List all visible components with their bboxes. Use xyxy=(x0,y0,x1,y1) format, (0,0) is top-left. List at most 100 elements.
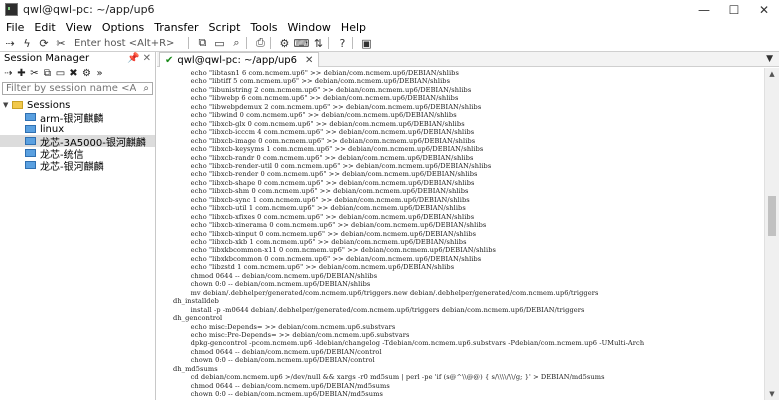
properties-icon[interactable]: ⚙ xyxy=(81,67,92,80)
monitor-icon xyxy=(25,125,36,133)
terminal-line: echo "libtiff 5 com.ncmem.up6" >> debian… xyxy=(173,77,451,86)
terminal-line: echo "libxkbcommon-x11 0 com.ncmem.up6" … xyxy=(173,246,497,255)
terminal-line: chown 0:0 -- debian/com.ncmem.up6/DEBIAN… xyxy=(173,356,375,365)
monitor-icon xyxy=(25,113,36,121)
terminal-line: install -p -m0644 debian/.debhelper/gene… xyxy=(173,305,585,314)
help-icon[interactable]: ? xyxy=(335,36,349,50)
scroll-thumb[interactable] xyxy=(768,196,776,236)
terminal-line: echo "libxcb-icccm 4 com.ncmem.up6" >> d… xyxy=(173,128,475,137)
connect-session-icon[interactable]: ⇢ xyxy=(3,67,14,80)
search-icon: ⌕ xyxy=(143,83,149,94)
chevron-down-icon[interactable]: ▼ xyxy=(3,101,12,109)
menu-help[interactable]: Help xyxy=(335,21,370,34)
terminal-line: echo "libxcb-xinput 0 com.ncmem.up6" >> … xyxy=(173,229,477,238)
menu-options[interactable]: Options xyxy=(96,21,148,34)
terminal-line: echo "libxcb-xinerama 0 com.ncmem.up6" >… xyxy=(173,221,487,230)
terminal-line: cd debian/com.ncmem.up6 >/dev/null && xa… xyxy=(173,373,605,382)
terminal-line: echo "libxcb-randr 0 com.ncmem.up6" >> d… xyxy=(173,153,474,162)
monitor-icon xyxy=(25,149,36,157)
session-manager-header: Session Manager 📌 ✕ xyxy=(0,52,155,65)
delete-icon[interactable]: ✖ xyxy=(68,67,79,80)
scroll-up-icon[interactable]: ▲ xyxy=(765,68,779,80)
terminal-line: echo "libxcb-image 0 com.ncmem.up6" >> d… xyxy=(173,136,476,145)
menu-tools[interactable]: Tools xyxy=(244,21,281,34)
connect-icon[interactable]: ⇢ xyxy=(3,36,17,50)
terminal-line: echo "libxcb-sync 1 com.ncmem.up6" >> de… xyxy=(173,195,470,204)
terminal-line: echo "libxcb-shape 0 com.ncmem.up6" >> d… xyxy=(173,178,475,187)
session-filter-input[interactable] xyxy=(6,83,136,94)
session-tree: ▼ Sessions arm-银河麒麟 linux 龙芯-3A5000-银河麒麟… xyxy=(0,99,155,173)
menu-file[interactable]: File xyxy=(0,21,28,34)
session-item[interactable]: arm-银河麒麟 xyxy=(0,111,155,125)
terminal-line: mv debian/.debhelper/generated/com.ncmem… xyxy=(173,288,599,297)
terminal-line: echo "libwebpdemux 2 com.ncmem.up6" >> d… xyxy=(173,102,482,111)
toolbar-separator xyxy=(352,37,354,49)
tab-list-chevron-icon[interactable]: ▼ xyxy=(766,54,773,64)
toolbar-separator xyxy=(188,37,190,49)
menu-view[interactable]: View xyxy=(60,21,96,34)
session-filter: ⌕ xyxy=(2,82,153,95)
terminal-line: chmod 0644 -- debian/com.ncmem.up6/DEBIA… xyxy=(173,381,390,390)
terminal-line: dh_md5sums xyxy=(173,364,218,373)
terminal-line: echo "libxcb-render-util 0 com.ncmem.up6… xyxy=(173,161,492,170)
app-terminal-icon xyxy=(5,3,18,16)
terminal-line: chown 0:0 -- debian/com.ncmem.up6/DEBIAN… xyxy=(173,390,383,399)
cut-icon[interactable]: ✂ xyxy=(29,67,40,80)
scroll-down-icon[interactable]: ▼ xyxy=(765,388,779,400)
title-bar: qwl@qwl-pc: ~/app/up6 — ☐ ✕ xyxy=(0,0,779,19)
new-session-icon[interactable]: ✚ xyxy=(16,67,27,80)
sftp-icon[interactable]: ⇅ xyxy=(311,36,325,50)
minimize-button[interactable]: — xyxy=(689,0,719,19)
paste-icon[interactable]: ▭ xyxy=(212,36,226,50)
copy-session-icon[interactable]: ⧉ xyxy=(42,67,53,80)
screenshot-icon[interactable]: ▣ xyxy=(359,36,373,50)
enter-host-field[interactable]: Enter host <Alt+R> xyxy=(74,38,174,49)
tab-label: qwl@qwl-pc: ~/app/up6 xyxy=(177,54,297,66)
terminal-line: dpkg-gencontrol -pcom.ncmem.up6 -ldebian… xyxy=(173,339,645,348)
maximize-button[interactable]: ☐ xyxy=(719,0,749,19)
menu-window[interactable]: Window xyxy=(282,21,335,34)
terminal-line: echo "libxkbcommon 0 com.ncmem.up6" >> d… xyxy=(173,254,482,263)
terminal-line: echo "libunistring 2 com.ncmem.up6" >> d… xyxy=(173,85,472,94)
session-manager-title: Session Manager xyxy=(4,53,90,64)
print-icon[interactable]: ⎙ xyxy=(253,36,267,50)
terminal-line: chmod 0644 -- debian/com.ncmem.up6/DEBIA… xyxy=(173,347,382,356)
terminal-line: chown 0:0 -- debian/com.ncmem.up6/DEBIAN… xyxy=(173,280,371,289)
menu-bar: File Edit View Options Transfer Script T… xyxy=(0,19,779,35)
paste-session-icon[interactable]: ▭ xyxy=(55,67,66,80)
find-icon[interactable]: ⌕ xyxy=(229,36,243,50)
terminal-line: echo "libxcb-keysyms 1 com.ncmem.up6" >>… xyxy=(173,145,484,154)
tab-session[interactable]: ✔ qwl@qwl-pc: ~/app/up6 ✕ xyxy=(159,52,320,67)
quick-connect-icon[interactable]: ϟ xyxy=(20,36,34,50)
keymap-icon[interactable]: ⌨ xyxy=(293,36,309,50)
menu-transfer[interactable]: Transfer xyxy=(148,21,202,34)
copy-icon[interactable]: ⧉ xyxy=(195,36,209,50)
terminal-output[interactable]: echo "libtasn1 6 com.ncmem.up6" >> debia… xyxy=(158,68,764,400)
more-icon[interactable]: » xyxy=(94,67,105,80)
terminal-line: echo misc:Pre-Depends= >> debian/com.ncm… xyxy=(173,330,410,339)
terminal-scrollbar[interactable]: ▲ ▼ xyxy=(764,68,779,400)
menu-script[interactable]: Script xyxy=(203,21,245,34)
close-button[interactable]: ✕ xyxy=(749,0,779,19)
menu-edit[interactable]: Edit xyxy=(28,21,59,34)
settings-icon[interactable]: ⚙ xyxy=(277,36,291,50)
toolbar: ⇢ ϟ ⟳ ✂ Enter host <Alt+R> ⧉ ▭ ⌕ ⎙ ⚙ ⌨ ⇅… xyxy=(0,35,779,51)
terminal-line: echo "libwebp 6 com.ncmem.up6" >> debian… xyxy=(173,94,459,103)
window-controls: — ☐ ✕ xyxy=(689,0,779,19)
terminal-line: echo "libxcb-util 1 com.ncmem.up6" >> de… xyxy=(173,204,466,213)
terminal-line: echo "libxcb-render 0 com.ncmem.up6" >> … xyxy=(173,170,478,179)
reconnect-icon[interactable]: ⟳ xyxy=(37,36,51,50)
session-item-label: arm-银河麒麟 xyxy=(40,113,104,125)
terminal-line: echo "libxcb-xfixes 0 com.ncmem.up6" >> … xyxy=(173,212,475,221)
window-title: qwl@qwl-pc: ~/app/up6 xyxy=(23,3,155,16)
terminal-line: echo "libxcb-xkb 1 com.ncmem.up6" >> deb… xyxy=(173,238,467,246)
disconnect-icon[interactable]: ✂ xyxy=(54,36,68,50)
session-item[interactable]: 龙芯-银河麒麟 xyxy=(0,159,155,173)
monitor-icon xyxy=(25,161,36,169)
tab-close-icon[interactable]: ✕ xyxy=(305,55,313,66)
terminal-line: echo "libxcb-glx 0 com.ncmem.up6" >> deb… xyxy=(173,119,465,128)
pin-close-icon[interactable]: 📌 ✕ xyxy=(127,53,151,64)
toolbar-separator xyxy=(270,37,272,49)
terminal-line: echo "libwind 0 com.ncmem.up6" >> debian… xyxy=(173,111,457,120)
toolbar-separator xyxy=(328,37,330,49)
